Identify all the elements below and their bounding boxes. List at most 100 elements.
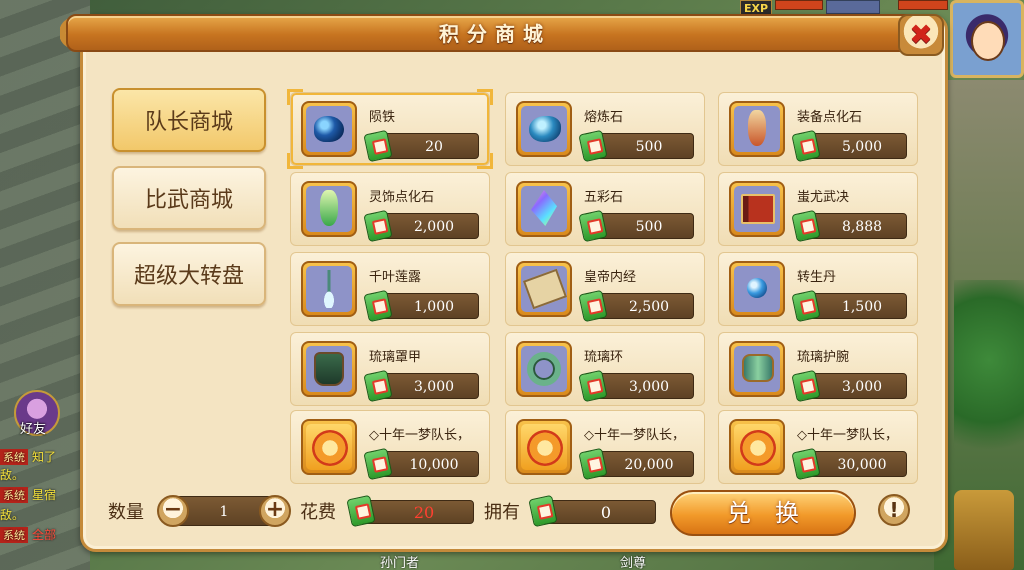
shop-item[interactable]: 蚩尤武决 8,888: [718, 172, 918, 246]
shop-item[interactable]: 灵饰点化石 2,000: [290, 172, 490, 246]
chat-line: 系统 知了: [0, 448, 56, 465]
close-icon: ✖: [909, 18, 933, 51]
item-name: 五彩石: [584, 190, 624, 205]
shop-item[interactable]: 琉璃环 3,000: [505, 332, 705, 406]
item-name: 陨铁: [369, 110, 396, 125]
glass-armor-icon: [314, 352, 344, 386]
item-icon-frame: [729, 181, 785, 237]
tab-captain-shop[interactable]: 队长商城: [112, 88, 266, 152]
point-coupon-icon: [528, 494, 558, 528]
selection-corner: [477, 153, 493, 169]
background-tree: [954, 280, 1024, 480]
tab-super-wheel[interactable]: 超级大转盘: [112, 242, 266, 306]
item-name: 灵饰点化石: [369, 190, 435, 205]
background-stone-wall: [0, 0, 90, 570]
item-price: 10,000: [409, 457, 459, 473]
lotus-dew-icon: [312, 270, 346, 308]
item-price-bar: 1,000: [363, 289, 479, 323]
shop-item[interactable]: 熔炼石 500: [505, 92, 705, 166]
item-name: ◇十年一梦队长，: [369, 428, 470, 443]
item-price-bar: 2,000: [363, 209, 479, 243]
point-coupon-icon: [363, 447, 393, 481]
item-price: 1,000: [413, 299, 455, 315]
item-icon-frame: [516, 341, 572, 397]
shop-item[interactable]: 陨铁 20: [287, 89, 493, 169]
owned-box: 0: [528, 494, 656, 528]
shop-item[interactable]: 转生丹 1,500: [718, 252, 918, 326]
shop-item[interactable]: 琉璃护腕 3,000: [718, 332, 918, 406]
exchange-button[interactable]: 兑换: [670, 490, 856, 536]
owned-label: 拥有: [484, 502, 520, 523]
item-name: 琉璃环: [584, 350, 624, 365]
item-price-bar: 30,000: [791, 447, 907, 481]
smelting-stone-icon: [529, 116, 561, 142]
rebirth-pill-icon: [747, 278, 767, 298]
player-avatar[interactable]: [950, 0, 1024, 78]
item-icon-frame: [301, 101, 357, 157]
cost-label: 花费: [300, 502, 336, 523]
shop-item[interactable]: 千叶莲露 1,000: [290, 252, 490, 326]
item-name: 装备点化石: [797, 110, 863, 125]
point-coupon-icon: [578, 129, 608, 163]
decrease-quantity-button[interactable]: −: [157, 495, 189, 527]
background-incense-urn: [954, 490, 1014, 570]
shop-item[interactable]: 皇帝内经 2,500: [505, 252, 705, 326]
shop-item[interactable]: ◇十年一梦队长， 20,000: [505, 410, 705, 484]
hp-bar: [775, 0, 823, 10]
shop-item[interactable]: 装备点化石 5,000: [718, 92, 918, 166]
point-coupon-icon: [578, 289, 608, 323]
npc-name: 剑尊: [620, 556, 647, 570]
meteor-iron-icon: [314, 116, 344, 142]
point-coupon-icon: [791, 129, 821, 163]
quantity-stepper: − 1 +: [157, 495, 291, 527]
shop-title: 积分商城: [439, 22, 551, 46]
item-icon-frame: [729, 101, 785, 157]
chat-line: 敌。: [0, 508, 25, 522]
five-color-crystal-icon: [531, 190, 557, 226]
item-price: 30,000: [837, 457, 887, 473]
item-icon-frame: [301, 181, 357, 237]
item-price-bar: 3,000: [791, 369, 907, 403]
item-price-bar: 3,000: [363, 369, 479, 403]
selection-corner: [477, 89, 493, 105]
quantity-value[interactable]: 1: [191, 497, 257, 527]
shop-title-bar: 积分商城: [66, 14, 924, 52]
item-name: 千叶莲露: [369, 270, 422, 285]
item-price: 3,000: [628, 379, 670, 395]
item-name: 琉璃罩甲: [369, 350, 422, 365]
item-price: 20: [425, 139, 443, 155]
point-coupon-icon: [363, 209, 393, 243]
shop-item[interactable]: ◇十年一梦队长， 30,000: [718, 410, 918, 484]
item-icon-frame: [301, 341, 357, 397]
point-coupon-icon: [346, 494, 376, 528]
item-price: 1,500: [841, 299, 883, 315]
item-name: 蚩尤武决: [797, 190, 850, 205]
item-price-bar: 2,500: [578, 289, 694, 323]
npc-name: 孙门者: [380, 556, 420, 570]
item-price-bar: 5,000: [791, 129, 907, 163]
item-price: 5,000: [841, 139, 883, 155]
accessory-vase-icon: [320, 190, 338, 226]
info-button[interactable]: !: [878, 494, 910, 526]
item-price: 2,000: [413, 219, 455, 235]
shop-item[interactable]: 琉璃罩甲 3,000: [290, 332, 490, 406]
item-price: 500: [635, 219, 663, 235]
point-coupon-icon: [578, 209, 608, 243]
shop-item[interactable]: 五彩石 500: [505, 172, 705, 246]
item-name: ◇十年一梦队长，: [797, 428, 898, 443]
point-coupon-icon: [791, 209, 821, 243]
item-price-bar: 20,000: [578, 447, 694, 481]
tab-arena-shop[interactable]: 比武商城: [112, 166, 266, 230]
item-name: ◇十年一梦队长，: [584, 428, 685, 443]
shop-item[interactable]: ◇十年一梦队长， 10,000: [290, 410, 490, 484]
avatar-face-icon: [971, 21, 1005, 61]
chat-line: 系统 星宿: [0, 486, 56, 503]
item-price-bar: 10,000: [363, 447, 479, 481]
increase-quantity-button[interactable]: +: [259, 495, 291, 527]
item-icon-frame: [516, 101, 572, 157]
item-icon-frame: [516, 181, 572, 237]
captain-ticket-icon: [740, 430, 776, 466]
selection-corner: [287, 153, 303, 169]
close-button[interactable]: ✖: [898, 14, 944, 56]
cost-value: 20: [413, 503, 435, 522]
